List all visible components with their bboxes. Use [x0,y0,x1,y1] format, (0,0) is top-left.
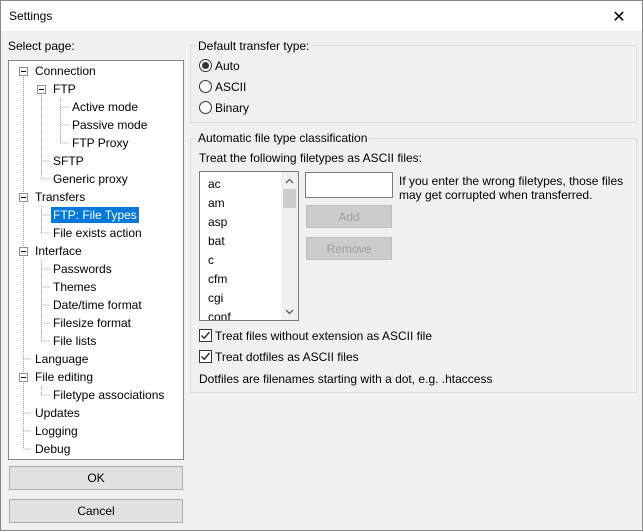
tree-item-connection[interactable]: Connection [33,63,98,79]
list-item[interactable]: asp [208,213,227,232]
add-button[interactable]: Add [306,205,392,228]
radio-ascii-label: ASCII [215,80,247,94]
list-item[interactable]: cgi [208,289,223,308]
no-extension-label: Treat files without extension as ASCII f… [215,329,432,343]
collapse-icon[interactable] [19,193,28,202]
settings-page-tree[interactable]: Connection FTP Active mode Passive mode … [8,60,184,460]
warning-text-line2: may get corrupted when transferred. [399,188,593,202]
collapse-icon[interactable] [37,85,46,94]
transfer-type-group [190,45,637,123]
tree-item-filetype-associations[interactable]: Filetype associations [51,387,166,403]
tree-item-file-exists-action[interactable]: File exists action [51,225,144,241]
dotfiles-note: Dotfiles are filenames starting with a d… [199,372,493,386]
dotfiles-label: Treat dotfiles as ASCII files [215,350,359,364]
tree-item-passwords[interactable]: Passwords [51,261,114,277]
remove-button[interactable]: Remove [306,237,392,260]
tree-item-language[interactable]: Language [33,351,90,367]
radio-binary-label: Binary [215,101,250,115]
tree-item-filesize-format[interactable]: Filesize format [51,315,133,331]
list-item[interactable]: conf [208,308,231,320]
tree-item-ftp-proxy[interactable]: FTP Proxy [70,135,130,151]
tree-item-file-lists[interactable]: File lists [51,333,98,349]
tree-item-ftp-file-types[interactable]: FTP: File Types [51,207,139,223]
list-item[interactable]: am [208,194,225,213]
tree-item-ftp[interactable]: FTP [51,81,78,97]
tree-item-updates[interactable]: Updates [33,405,82,421]
ok-button[interactable]: OK [9,466,183,490]
title-bar: Settings ✕ [1,1,642,31]
radio-auto[interactable] [199,59,212,72]
collapse-icon[interactable] [19,67,28,76]
collapse-icon[interactable] [19,373,28,382]
list-item[interactable]: c [208,251,214,270]
scroll-up-icon[interactable] [281,172,298,189]
radio-auto-label: Auto [215,59,240,73]
warning-text-line1: If you enter the wrong filetypes, those … [399,174,624,188]
window-title: Settings [9,9,53,23]
classification-title: Automatic file type classification [196,131,370,145]
list-scrollbar[interactable] [281,172,298,320]
tree-item-interface[interactable]: Interface [33,243,84,259]
radio-binary[interactable] [199,101,212,114]
new-filetype-input[interactable] [305,172,393,198]
tree-item-themes[interactable]: Themes [51,279,98,295]
tree-item-date-time-format[interactable]: Date/time format [51,297,144,313]
transfer-type-title: Default transfer type: [196,39,312,53]
tree-item-logging[interactable]: Logging [33,423,80,439]
tree-item-file-editing[interactable]: File editing [33,369,95,385]
settings-window: Settings ✕ Select page: Connection FTP A… [0,0,643,531]
tree-item-debug[interactable]: Debug [33,441,72,457]
tree-item-transfers[interactable]: Transfers [33,189,87,205]
list-item[interactable]: cfm [208,270,227,289]
cancel-button[interactable]: Cancel [9,499,183,523]
tree-item-sftp[interactable]: SFTP [51,153,86,169]
treat-filetypes-label: Treat the following filetypes as ASCII f… [199,151,422,165]
list-item[interactable]: ac [208,175,221,194]
close-icon[interactable]: ✕ [596,1,642,31]
tree-item-generic-proxy[interactable]: Generic proxy [51,171,130,187]
filetypes-list[interactable]: ac am asp bat c cfm cgi conf [199,171,299,321]
list-item[interactable]: bat [208,232,225,251]
scroll-thumb[interactable] [283,189,296,208]
tree-item-passive-mode[interactable]: Passive mode [70,117,149,133]
no-extension-checkbox[interactable] [199,329,212,342]
scroll-down-icon[interactable] [281,303,298,320]
radio-ascii[interactable] [199,80,212,93]
checkmark-icon [200,331,211,340]
dotfiles-checkbox[interactable] [199,350,212,363]
select-page-label: Select page: [8,39,75,53]
checkmark-icon [200,352,211,361]
tree-item-active-mode[interactable]: Active mode [70,99,140,115]
collapse-icon[interactable] [19,247,28,256]
